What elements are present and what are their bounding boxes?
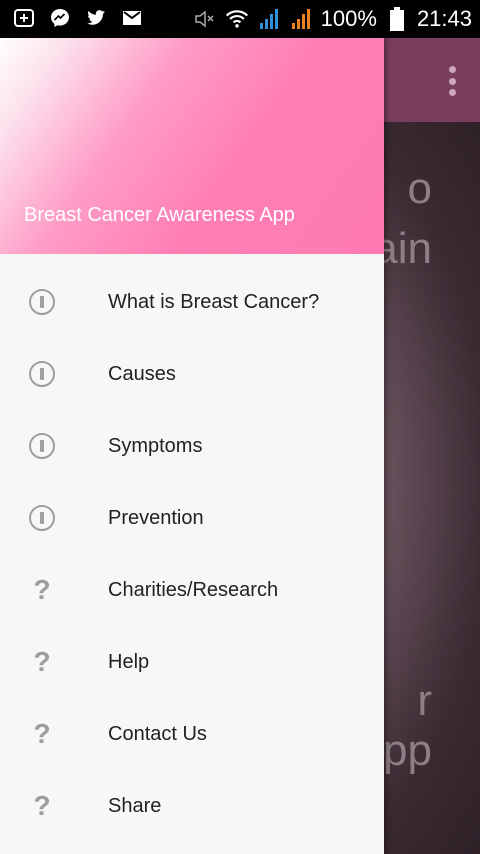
- wifi-icon: [225, 7, 249, 31]
- menu-item-label: Symptoms: [108, 434, 203, 457]
- menu-item-label: Prevention: [108, 506, 204, 529]
- background-text-fragment: pp: [383, 726, 432, 775]
- navigation-drawer: Breast Cancer Awareness App What is Brea…: [0, 38, 384, 854]
- help-icon: ?: [33, 790, 51, 821]
- info-icon: [29, 433, 55, 459]
- menu-item-share[interactable]: ? Share: [0, 770, 384, 842]
- menu-item-symptoms[interactable]: Symptoms: [0, 410, 384, 482]
- info-icon: [29, 361, 55, 387]
- drawer-header: Breast Cancer Awareness App: [0, 38, 384, 254]
- add-box-icon: [12, 6, 36, 30]
- messenger-icon: [48, 6, 72, 30]
- help-icon: ?: [33, 718, 51, 749]
- mute-icon: [193, 7, 217, 31]
- clock: 21:43: [416, 6, 472, 31]
- menu-item-causes[interactable]: Causes: [0, 338, 384, 410]
- twitter-icon: [84, 6, 108, 30]
- menu-item-prevention[interactable]: Prevention: [0, 482, 384, 554]
- menu-item-charities-research[interactable]: ? Charities/Research: [0, 554, 384, 626]
- overflow-menu-icon[interactable]: [446, 66, 458, 96]
- help-icon: ?: [33, 574, 51, 605]
- menu-item-what-is-breast-cancer[interactable]: What is Breast Cancer?: [0, 266, 384, 338]
- signal-icon-1: [257, 7, 281, 31]
- app-title: Breast Cancer Awareness App: [24, 204, 295, 226]
- info-icon: [29, 505, 55, 531]
- battery-icon: [385, 7, 409, 31]
- menu-item-label: Share: [108, 794, 162, 817]
- signal-icon-2: [289, 7, 313, 31]
- background-text-fragment: o: [407, 164, 432, 213]
- system-status: 100% 21:43: [193, 4, 472, 34]
- status-bar: 100% 21:43: [0, 0, 480, 38]
- help-icon: ?: [33, 646, 51, 677]
- menu-item-help[interactable]: ? Help: [0, 626, 384, 698]
- menu-item-label: Charities/Research: [108, 578, 279, 601]
- menu-item-label: Help: [108, 650, 150, 673]
- menu-item-label: Causes: [108, 362, 176, 385]
- menu-item-contact-us[interactable]: ? Contact Us: [0, 698, 384, 770]
- menu-item-label: What is Breast Cancer?: [108, 290, 320, 313]
- battery-percent: 100%: [320, 6, 377, 31]
- drawer-menu: What is Breast Cancer? Causes Symptoms P…: [0, 266, 384, 842]
- gmail-icon: [120, 6, 144, 30]
- notification-icons: [12, 6, 144, 30]
- menu-item-label: Contact Us: [108, 722, 207, 745]
- background-text-fragment: r: [417, 676, 432, 725]
- info-icon: [29, 289, 55, 315]
